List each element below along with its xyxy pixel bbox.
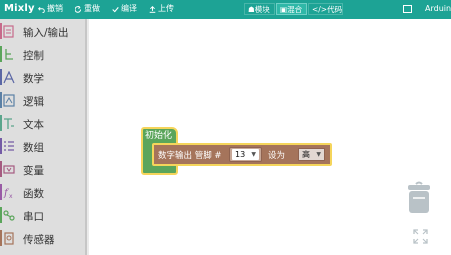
chevron-down-icon: ▼ [316,151,321,158]
category-color-bar [0,207,2,223]
redo-label: 重做 [84,4,100,13]
category-function-label: 函数 [23,188,44,200]
expand-icon[interactable] [413,229,428,244]
variable-icon [3,165,15,174]
block-category-sidebar: 输入/输出 控制 数学 逻辑 文本 数组 变量 fx 函数 串口 传感器 [0,19,85,255]
board-selector[interactable]: Arduino [425,4,451,13]
category-logic-label: 逻辑 [23,96,44,108]
level-dropdown[interactable]: 高 ▼ [298,148,325,161]
category-math-label: 数学 [23,73,44,85]
category-color-bar [0,92,2,108]
pin-value: 13 [235,150,246,159]
function-icon: fx [3,188,13,199]
category-function[interactable]: fx 函数 [0,182,85,204]
undo-button[interactable]: 撤销 [38,4,63,14]
upload-label: 上传 [158,4,174,13]
category-color-bar [0,184,2,200]
category-control-label: 控制 [23,50,44,62]
trash-icon[interactable] [407,181,431,214]
pin-dropdown[interactable]: 13 ▼ [232,149,259,160]
category-color-bar [0,161,2,177]
category-sensor-label: 传感器 [23,234,55,246]
undo-label: 撤销 [47,4,63,13]
category-color-bar [0,23,2,39]
category-io[interactable]: 输入/输出 [0,21,85,43]
compile-label: 编译 [121,4,137,13]
category-serial[interactable]: 串口 [0,205,85,227]
undo-icon [38,6,45,13]
compile-button[interactable]: 编译 [112,4,137,14]
init-block-label: 初始化 [145,131,173,141]
mode-blocks-label: 模块 [254,5,270,14]
top-toolbar: Mixly 撤销 重做 编译 上传 ☗模块 ▣混合 </>代码 Arduino [0,0,451,19]
array-icon [4,141,14,151]
mode-mixed-label: 混合 [287,5,303,14]
category-array[interactable]: 数组 [0,136,85,158]
mode-code-label: </>代码 [312,5,343,14]
control-icon [5,49,13,60]
category-color-bar [0,46,2,62]
category-variable-label: 变量 [23,165,44,177]
text-icon [4,118,14,129]
category-array-label: 数组 [23,142,44,154]
category-logic[interactable]: 逻辑 [0,90,85,112]
mode-mixed-button[interactable]: ▣混合 [276,3,307,15]
set-to-label: 设为 [268,151,286,161]
chevron-down-icon: ▼ [251,151,256,158]
logic-icon [3,94,15,107]
mode-blocks-button[interactable]: ☗模块 [244,3,275,15]
blocks-icon: ☗ [248,5,255,14]
level-value: 高 [302,150,310,159]
upload-icon [149,5,156,13]
category-math[interactable]: 数学 [0,67,85,89]
category-color-bar [0,115,2,131]
digital-write-label: 数字输出 管脚 # [158,151,222,161]
upload-button[interactable]: 上传 [149,4,174,14]
window-icon[interactable] [403,5,412,13]
category-control[interactable]: 控制 [0,44,85,66]
category-color-bar [0,138,2,154]
redo-button[interactable]: 重做 [75,4,100,14]
category-color-bar [0,69,2,85]
category-serial-label: 串口 [23,211,44,223]
category-text-label: 文本 [23,119,44,131]
category-text[interactable]: 文本 [0,113,85,135]
category-sensor[interactable]: 传感器 [0,228,85,250]
sensor-icon [4,232,14,245]
category-io-label: 输入/输出 [23,27,69,39]
category-variable[interactable]: 变量 [0,159,85,181]
check-icon [112,6,119,12]
app-brand: Mixly [4,3,35,14]
redo-icon [75,5,82,13]
serial-icon [3,210,15,221]
math-icon [3,71,15,84]
svg-text:x: x [9,193,13,199]
category-color-bar [0,230,2,246]
io-icon [3,25,14,38]
mode-code-button[interactable]: </>代码 [308,3,343,15]
